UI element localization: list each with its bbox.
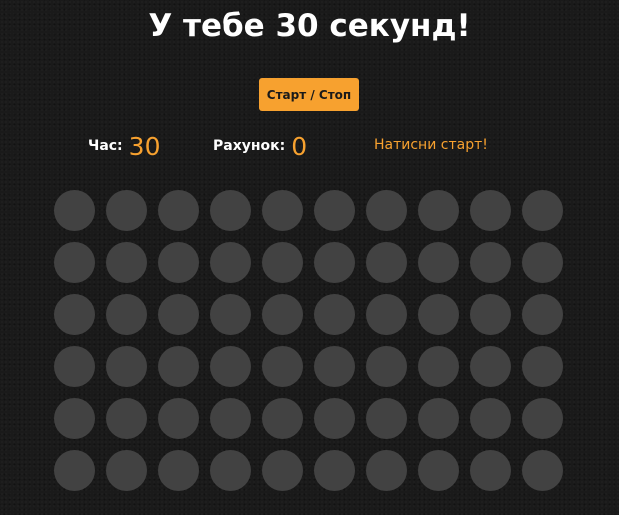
grid-hole[interactable] <box>418 294 459 335</box>
grid-hole[interactable] <box>366 190 407 231</box>
grid-hole[interactable] <box>54 398 95 439</box>
grid-hole[interactable] <box>418 450 459 491</box>
grid-hole[interactable] <box>522 346 563 387</box>
grid-hole[interactable] <box>366 346 407 387</box>
grid-hole[interactable] <box>366 294 407 335</box>
grid-hole[interactable] <box>262 190 303 231</box>
grid-hole[interactable] <box>210 398 251 439</box>
grid-hole[interactable] <box>158 242 199 283</box>
grid-hole[interactable] <box>366 398 407 439</box>
grid-hole[interactable] <box>210 346 251 387</box>
start-stop-button[interactable]: Старт / Стоп <box>259 78 359 111</box>
grid-hole[interactable] <box>314 450 355 491</box>
grid-hole[interactable] <box>470 294 511 335</box>
grid-hole[interactable] <box>418 190 459 231</box>
grid-hole[interactable] <box>158 346 199 387</box>
grid-hole[interactable] <box>158 190 199 231</box>
grid-hole[interactable] <box>522 294 563 335</box>
grid-hole[interactable] <box>314 242 355 283</box>
score-display: Рахунок: 0 <box>213 129 307 163</box>
grid-hole[interactable] <box>106 242 147 283</box>
grid-hole[interactable] <box>314 398 355 439</box>
grid-hole[interactable] <box>366 450 407 491</box>
page-title: У тебе 30 секунд! <box>148 8 471 44</box>
grid-hole[interactable] <box>314 346 355 387</box>
timer-value: 30 <box>128 131 161 161</box>
grid-hole[interactable] <box>54 346 95 387</box>
grid-hole[interactable] <box>470 346 511 387</box>
grid-hole[interactable] <box>158 294 199 335</box>
game-grid <box>54 190 563 491</box>
status-message: Натисни старт! <box>374 137 488 153</box>
grid-hole[interactable] <box>106 190 147 231</box>
grid-hole[interactable] <box>418 242 459 283</box>
grid-hole[interactable] <box>366 242 407 283</box>
grid-hole[interactable] <box>158 450 199 491</box>
score-label: Рахунок: <box>213 138 286 154</box>
grid-hole[interactable] <box>522 190 563 231</box>
grid-hole[interactable] <box>262 294 303 335</box>
grid-hole[interactable] <box>210 190 251 231</box>
grid-hole[interactable] <box>54 450 95 491</box>
grid-hole[interactable] <box>314 294 355 335</box>
grid-hole[interactable] <box>314 190 355 231</box>
grid-hole[interactable] <box>54 294 95 335</box>
grid-hole[interactable] <box>470 242 511 283</box>
timer-label: Час: <box>88 138 123 154</box>
grid-hole[interactable] <box>54 242 95 283</box>
grid-hole[interactable] <box>262 346 303 387</box>
grid-hole[interactable] <box>522 242 563 283</box>
grid-hole[interactable] <box>106 398 147 439</box>
grid-hole[interactable] <box>158 398 199 439</box>
grid-hole[interactable] <box>106 294 147 335</box>
grid-hole[interactable] <box>262 450 303 491</box>
grid-hole[interactable] <box>522 450 563 491</box>
grid-hole[interactable] <box>210 242 251 283</box>
grid-hole[interactable] <box>54 190 95 231</box>
grid-hole[interactable] <box>262 242 303 283</box>
grid-hole[interactable] <box>418 398 459 439</box>
grid-hole[interactable] <box>106 346 147 387</box>
grid-hole[interactable] <box>470 450 511 491</box>
grid-hole[interactable] <box>210 450 251 491</box>
grid-hole[interactable] <box>418 346 459 387</box>
grid-hole[interactable] <box>522 398 563 439</box>
grid-hole[interactable] <box>106 450 147 491</box>
grid-hole[interactable] <box>210 294 251 335</box>
grid-hole[interactable] <box>262 398 303 439</box>
grid-hole[interactable] <box>470 398 511 439</box>
score-value: 0 <box>291 131 308 161</box>
timer-display: Час: 30 <box>88 129 160 163</box>
grid-hole[interactable] <box>470 190 511 231</box>
